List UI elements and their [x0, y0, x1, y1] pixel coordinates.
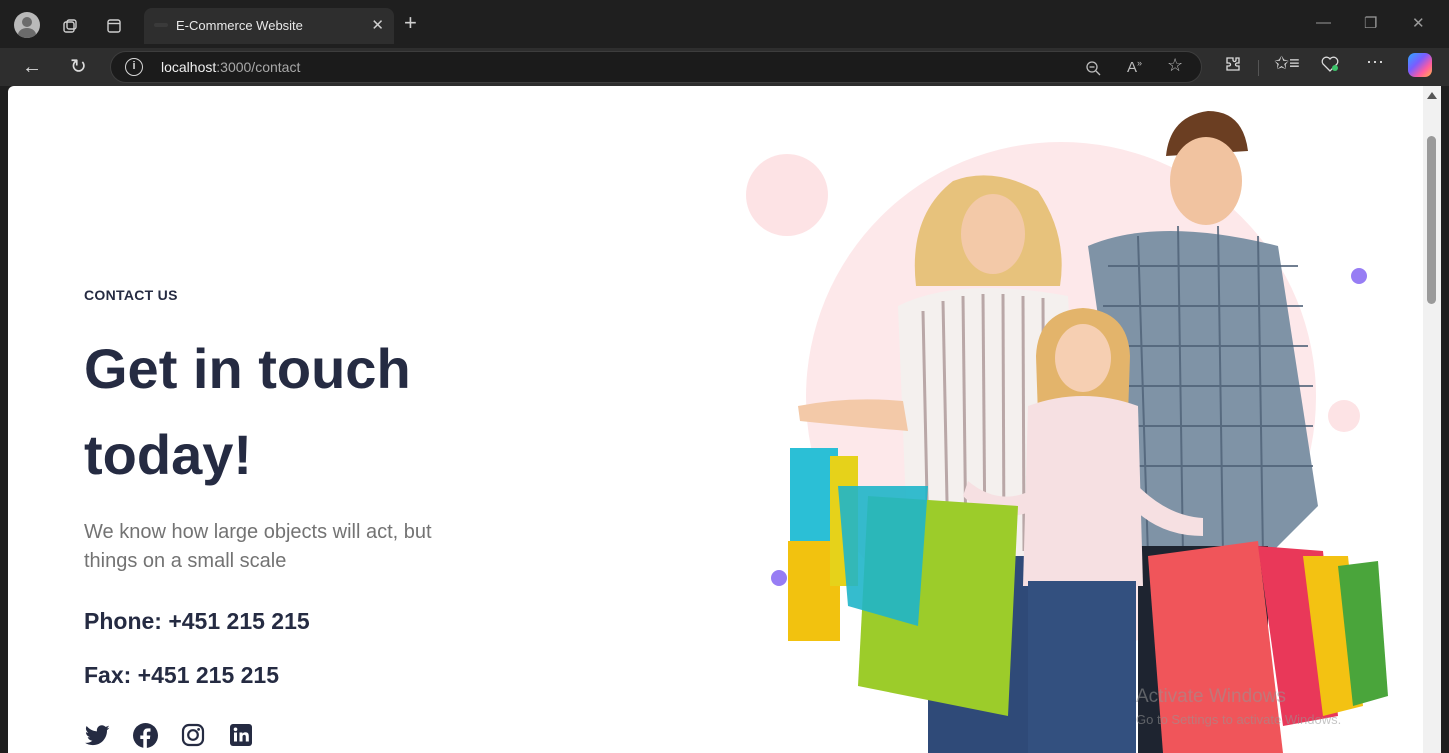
page-scrollbar[interactable]	[1423, 86, 1441, 753]
copilot-icon[interactable]	[1408, 53, 1432, 77]
fax-number: Fax: +451 215 215	[84, 662, 280, 688]
address-bar[interactable]: i localhost:3000/contact A» ☆	[110, 51, 1202, 83]
refresh-icon[interactable]: ↻	[70, 54, 87, 80]
hero-image	[738, 86, 1423, 753]
page-title: Get in touch today!	[84, 337, 411, 486]
linkedin-icon[interactable]	[228, 722, 254, 748]
social-links	[84, 722, 254, 748]
more-icon[interactable]: ⋯	[1366, 52, 1384, 73]
active-tab[interactable]: E-Commerce Website ✕	[144, 8, 394, 44]
new-tab-icon[interactable]: +	[404, 10, 417, 36]
site-info-icon[interactable]: i	[125, 58, 143, 76]
toolbar-divider	[1258, 60, 1259, 76]
favorite-icon[interactable]: ☆	[1167, 55, 1183, 76]
browser-essentials-icon[interactable]	[1320, 55, 1340, 78]
facebook-icon[interactable]	[132, 722, 158, 748]
tab-title: E-Commerce Website	[176, 18, 303, 33]
url-text[interactable]: localhost:3000/contact	[161, 59, 300, 75]
restore-icon[interactable]: ❐	[1364, 14, 1377, 32]
extensions-icon[interactable]	[1224, 55, 1242, 78]
instagram-icon[interactable]	[180, 722, 206, 748]
workspaces-icon[interactable]	[56, 12, 84, 40]
family-shopping-illustration	[788, 111, 1388, 753]
address-toolbar: ← ↻ i localhost:3000/contact A» ☆ ✩≡ ⋯	[0, 48, 1449, 86]
watermark-subtitle: Go to Settings to activate Windows.	[1136, 712, 1342, 727]
profile-icon[interactable]	[14, 12, 40, 38]
back-icon[interactable]: ←	[22, 54, 42, 80]
close-tab-icon[interactable]: ✕	[371, 16, 384, 34]
windows-activation-watermark: Activate Windows Go to Settings to activ…	[1136, 686, 1341, 727]
tab-bar: E-Commerce Website ✕ + — ❐ ✕	[0, 0, 1449, 48]
lead-paragraph: We know how large objects will act, but …	[84, 521, 432, 572]
watermark-title: Activate Windows	[1136, 686, 1286, 707]
twitter-icon[interactable]	[84, 722, 110, 748]
scrollbar-thumb[interactable]	[1427, 136, 1436, 304]
read-aloud-icon[interactable]: A»	[1127, 58, 1142, 76]
minimize-icon[interactable]: —	[1316, 14, 1331, 31]
zoom-out-icon[interactable]	[1085, 57, 1101, 80]
window-close-icon[interactable]: ✕	[1412, 14, 1425, 32]
phone-number: Phone: +451 215 215	[84, 608, 310, 634]
scroll-up-arrow-icon[interactable]	[1427, 92, 1437, 99]
tab-actions-icon[interactable]	[100, 12, 128, 40]
section-eyebrow: CONTACT US	[84, 287, 178, 303]
tab-favicon	[154, 23, 168, 27]
page-viewport: CONTACT US Get in touch today! We know h…	[8, 86, 1423, 753]
favorites-icon[interactable]: ✩≡	[1274, 53, 1300, 74]
